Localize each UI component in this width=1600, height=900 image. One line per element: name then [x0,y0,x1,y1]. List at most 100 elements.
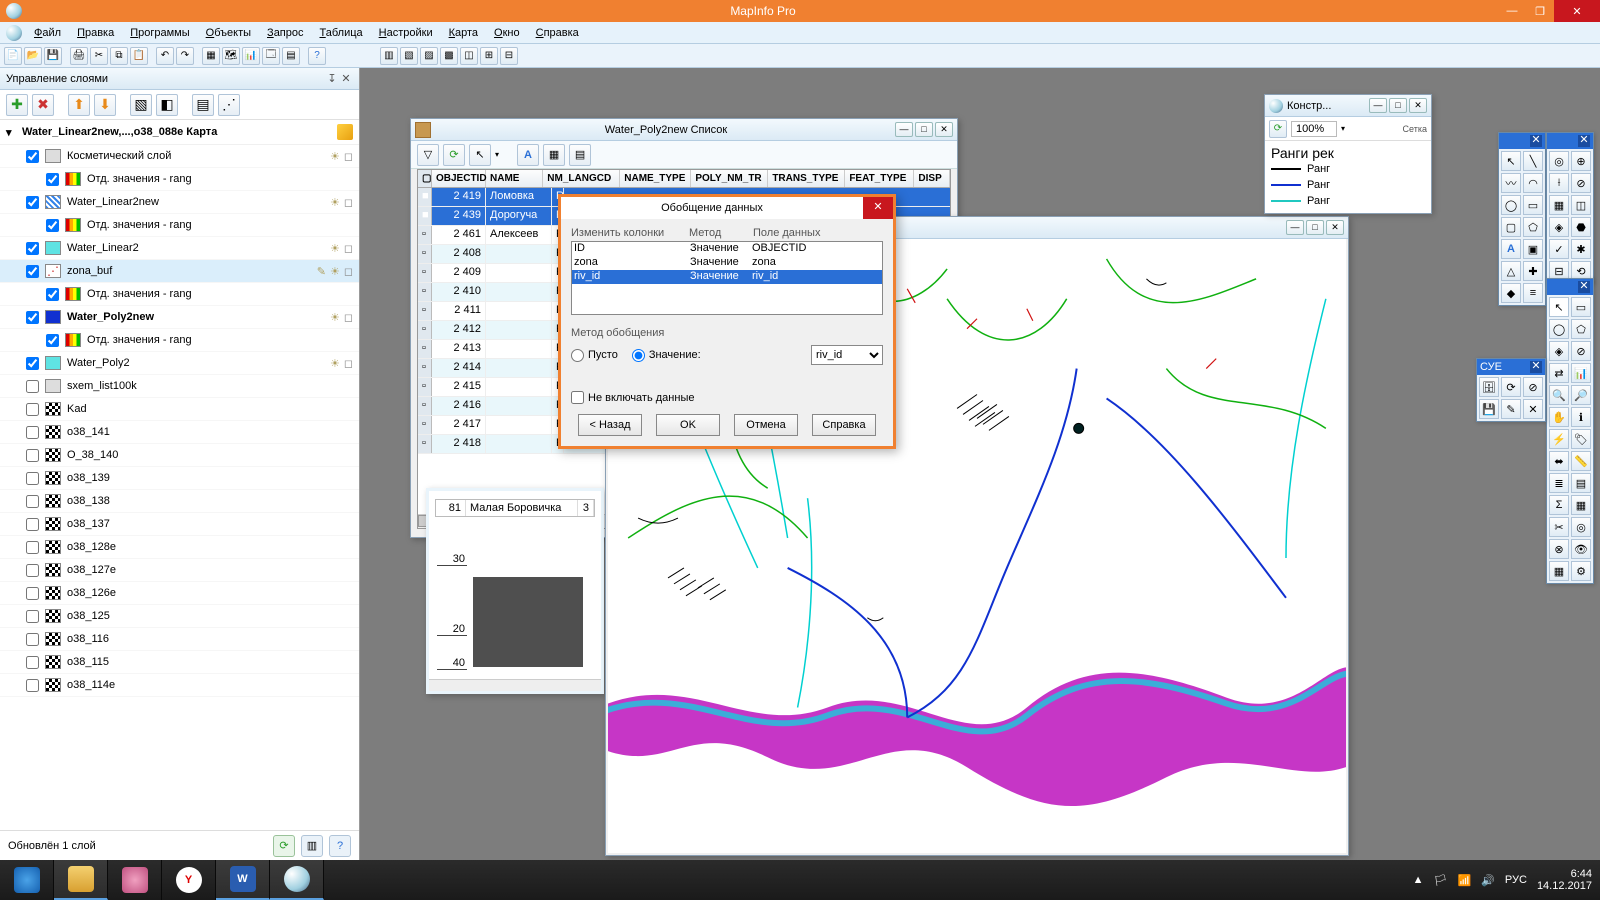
db-open-icon[interactable]: 🗄 [1479,377,1499,397]
radio-empty[interactable]: Пусто [571,349,618,362]
mt-graph-icon[interactable]: 📊 [1571,363,1591,383]
layer-row[interactable]: o38_114e [0,674,359,697]
mt-radius-icon[interactable]: ◯ [1549,319,1569,339]
layer-visibility-checkbox[interactable] [26,449,39,462]
ok-button[interactable]: OK [656,414,720,436]
row-selector[interactable]: ▫ [418,283,432,301]
mt-info-icon[interactable]: ℹ [1571,407,1591,427]
selectable-icon[interactable]: ◻ [344,242,353,255]
add-column-icon[interactable]: ▦ [543,144,565,166]
tool-a1-icon[interactable]: ▥ [380,47,398,65]
tool-ellipse-icon[interactable]: ◯ [1501,195,1521,215]
db-save-icon[interactable]: 💾 [1479,399,1499,419]
tool-undo-icon[interactable]: ↶ [156,47,174,65]
autolabel-icon[interactable]: ☀ [330,242,340,255]
layer-row[interactable]: o38_141 [0,421,359,444]
tool-open-icon[interactable]: 📂 [24,47,42,65]
layer-settings-icon[interactable]: ▥ [301,835,323,857]
taskbar-mapinfo[interactable] [270,860,324,900]
mt-select-icon[interactable]: ↖ [1549,297,1569,317]
op-voronoi-icon[interactable]: ◫ [1571,195,1591,215]
tool-new-icon[interactable]: 📄 [4,47,22,65]
restore-button[interactable]: ❐ [1526,0,1554,22]
palette-close-icon[interactable]: ✕ [1578,281,1590,293]
tool-text-icon[interactable]: A [1501,239,1521,259]
layer-row[interactable]: o38_126e [0,582,359,605]
tool-frame-icon[interactable]: ▣ [1523,239,1543,259]
row-selector[interactable]: ▫ [418,397,432,415]
dialog-column-row[interactable]: zonaЗначениеzona [572,256,882,270]
column-header[interactable]: NAME_TYPE [620,170,691,187]
column-header[interactable]: POLY_NM_TR [691,170,768,187]
tray-network-icon[interactable]: 📶 [1458,874,1472,887]
close-panel-icon[interactable]: ✕ [339,72,353,85]
menu-item[interactable]: Таблица [312,24,371,42]
mt-district-icon[interactable]: ▦ [1571,495,1591,515]
win-minimize-icon[interactable]: — [1369,98,1387,113]
op-checkregions-icon[interactable]: ✓ [1549,239,1569,259]
layer-tree[interactable]: ▾ Water_Linear2new,...,o38_088e Карта Ко… [0,120,359,830]
op-enclose-icon[interactable]: ◈ [1549,217,1569,237]
mt-statistics-icon[interactable]: Σ [1549,495,1569,515]
tool-a4-icon[interactable]: ▩ [440,47,458,65]
tool-linestyle-icon[interactable]: ≡ [1523,283,1543,303]
layer-visibility-checkbox[interactable] [26,472,39,485]
autolabel-icon[interactable]: ☀ [330,150,340,163]
layer-row[interactable]: o38_128e [0,536,359,559]
win-close-icon[interactable]: ✕ [1409,98,1427,113]
mt-settarget-icon[interactable]: ◎ [1571,517,1591,537]
dialog-close-icon[interactable]: ✕ [863,197,893,219]
selectable-icon[interactable]: ◻ [344,150,353,163]
pin-icon[interactable]: ↧ [325,72,339,85]
layer-row[interactable]: Отд. значения - rang [0,168,359,191]
tool-save-icon[interactable]: 💾 [44,47,62,65]
menu-item[interactable]: Карта [441,24,486,42]
op-buffer-icon[interactable]: ◎ [1549,151,1569,171]
minimize-button[interactable]: — [1498,0,1526,22]
tool-a3-icon[interactable]: ▨ [420,47,438,65]
preview-scrollbar[interactable] [429,679,601,691]
layer-visibility-checkbox[interactable] [46,288,59,301]
layer-visibility-checkbox[interactable] [26,242,39,255]
menu-item[interactable]: Файл [26,24,69,42]
mt-label-icon[interactable]: 🏷 [1571,429,1591,449]
tool-redo-icon[interactable]: ↷ [176,47,194,65]
tool-symbolstyle-icon[interactable]: ◆ [1501,283,1521,303]
layer-row[interactable]: Kad [0,398,359,421]
row-selector[interactable]: ▫ [418,416,432,434]
op-overlay-icon[interactable]: ▦ [1549,195,1569,215]
layer-visibility-checkbox[interactable] [26,518,39,531]
taskbar-explorer[interactable] [54,860,108,900]
mt-ruler-icon[interactable]: 📏 [1571,451,1591,471]
column-header[interactable]: TRANS_TYPE [768,170,845,187]
tool-newbrowser-icon[interactable]: 📊 [242,47,260,65]
layer-visibility-checkbox[interactable] [26,196,39,209]
tool-a7-icon[interactable]: ⊟ [500,47,518,65]
row-selector[interactable]: ▫ [418,302,432,320]
layer-theme-icon[interactable]: ◧ [156,94,178,116]
move-up-icon[interactable]: ⬆ [68,94,90,116]
layer-row[interactable]: o38_115 [0,651,359,674]
tray-clock[interactable]: 6:44 14.12.2017 [1537,868,1592,892]
layer-row[interactable]: o38_139 [0,467,359,490]
app-menu-icon[interactable] [6,25,22,41]
mt-options-icon[interactable]: ⚙ [1571,561,1591,581]
mt-zoomout-icon[interactable]: 🔎 [1571,385,1591,405]
tool-polygon-icon[interactable]: ⬠ [1523,217,1543,237]
selectable-icon[interactable]: ◻ [344,265,353,278]
layer-row[interactable]: Water_Linear2☀◻ [0,237,359,260]
layer-visibility-checkbox[interactable] [26,426,39,439]
mt-cleartarget-icon[interactable]: ⊗ [1549,539,1569,559]
layer-row[interactable]: o38_125 [0,605,359,628]
mt-layers-icon[interactable]: ≣ [1549,473,1569,493]
win-maximize-icon[interactable]: □ [1389,98,1407,113]
layer-visibility-checkbox[interactable] [26,587,39,600]
column-header[interactable]: NAME [486,170,543,187]
layer-visibility-checkbox[interactable] [26,357,39,370]
move-down-icon[interactable]: ⬇ [94,94,116,116]
editable-icon[interactable]: ✎ [317,265,326,278]
menu-item[interactable]: Справка [528,24,587,42]
row-selector[interactable]: ▫ [418,378,432,396]
menu-item[interactable]: Запрос [259,24,311,42]
taskbar-snip[interactable] [108,860,162,900]
